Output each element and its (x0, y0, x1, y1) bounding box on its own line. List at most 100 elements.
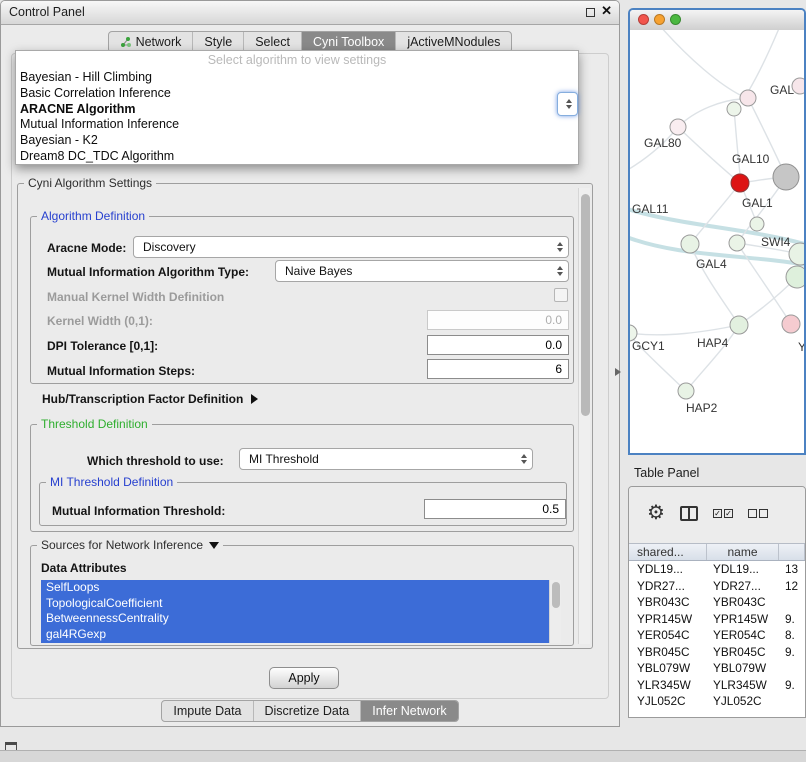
network-titlebar[interactable] (630, 10, 804, 31)
tab-label: Cyni Toolbox (313, 35, 384, 49)
dpi-tolerance-field[interactable]: 0.0 (427, 335, 569, 355)
table-row[interactable]: YDR27...YDR27...12 (629, 578, 805, 595)
network-node[interactable] (729, 235, 745, 251)
aracne-mode-label: Aracne Mode: (47, 241, 126, 255)
algorithm-option[interactable]: Basic Correlation Inference (16, 86, 578, 102)
table-row[interactable]: YPR145WYPR145W9. (629, 611, 805, 628)
threshold-definition-group: Threshold Definition Which threshold to … (30, 424, 574, 532)
tab-jactivemnodules[interactable]: jActiveMNodules (395, 32, 511, 52)
network-node[interactable] (750, 217, 764, 231)
table-row[interactable]: YJL052CYJL052C (629, 693, 805, 710)
table-cell: YDL19... (707, 561, 779, 578)
close-icon[interactable]: ✕ (601, 3, 612, 19)
algorithm-definition-legend: Algorithm Definition (37, 209, 149, 223)
tab-impute-data[interactable]: Impute Data (162, 701, 252, 721)
threshold-legend: Threshold Definition (37, 417, 152, 431)
attributes-scrollbar-track (549, 580, 561, 643)
attribute-item[interactable]: BetweennessCentrality (41, 611, 549, 627)
tab-network[interactable]: Network (109, 32, 193, 52)
spinner-icon (557, 266, 563, 276)
network-node[interactable] (773, 164, 799, 190)
attributes-scrollbar-thumb[interactable] (552, 582, 560, 608)
table-row[interactable]: YBR045CYBR045C9. (629, 644, 805, 661)
hub-tf-section-toggle[interactable]: Hub/Transcription Factor Definition (42, 392, 258, 406)
network-node[interactable] (670, 119, 686, 135)
table-cell: YBR043C (629, 594, 707, 611)
deselect-all-icon[interactable] (748, 509, 768, 518)
tab-select[interactable]: Select (243, 32, 301, 52)
network-node-label: GAL1 (742, 196, 773, 210)
algorithm-option[interactable]: ARACNE Algorithm (16, 102, 578, 118)
minimize-button[interactable] (654, 14, 665, 25)
table-row[interactable]: YBL079WYBL079W (629, 660, 805, 677)
zoom-button[interactable] (670, 14, 681, 25)
dpi-tolerance-label: DPI Tolerance [0,1]: (47, 339, 158, 353)
spinner-icon (566, 99, 572, 109)
algorithm-option[interactable]: Bayesian - K2 (16, 133, 578, 149)
algorithm-option[interactable]: Mutual Information Inference (16, 117, 578, 133)
column-selector-icon[interactable] (680, 506, 698, 521)
table-cell: YBR045C (629, 644, 707, 661)
tab-cyni-toolbox[interactable]: Cyni Toolbox (301, 32, 395, 52)
table-cell: YLR345W (707, 677, 779, 694)
table-row[interactable]: YDL19...YDL19...13 (629, 561, 805, 578)
network-tab-icon (120, 36, 132, 48)
column-header-shared[interactable]: shared... (629, 544, 707, 560)
which-threshold-select[interactable]: MI Threshold (239, 448, 533, 470)
attribute-item[interactable]: SelfLoops (41, 580, 549, 596)
table-cell: YJL052C (629, 693, 707, 710)
tab-style[interactable]: Style (192, 32, 243, 52)
network-node[interactable] (730, 316, 748, 334)
table-cell: 9. (779, 611, 805, 628)
network-node[interactable] (786, 266, 804, 288)
network-node-label: Y (798, 340, 804, 354)
close-button[interactable] (638, 14, 649, 25)
network-node[interactable] (740, 90, 756, 106)
panel-splitter-handle[interactable] (615, 368, 621, 376)
column-header-name[interactable]: name (707, 544, 779, 560)
table-row[interactable]: YLR345WYLR345W9. (629, 677, 805, 694)
sources-group: Sources for Network Inference Data Attri… (30, 545, 574, 646)
network-node[interactable] (678, 383, 694, 399)
network-node[interactable] (727, 102, 741, 116)
sources-section-toggle[interactable]: Sources for Network Inference (37, 538, 223, 552)
table-row[interactable]: YBR043CYBR043C (629, 594, 805, 611)
attribute-item[interactable]: gal4RGexp (41, 627, 549, 643)
float-window-icon[interactable] (586, 8, 595, 17)
table-cell: YBL079W (707, 660, 779, 677)
attribute-item[interactable]: TopologicalCoefficient (41, 596, 549, 612)
kernel-width-label: Kernel Width (0,1): (47, 314, 153, 328)
network-node-label: HAP2 (686, 401, 718, 415)
network-node-label: SWI4 (761, 235, 791, 249)
table-header: shared... name (629, 543, 805, 561)
gear-icon[interactable]: ⚙ (647, 503, 665, 523)
algorithm-popup: Select algorithm to view settings Bayesi… (15, 50, 579, 165)
table-row[interactable]: YER054CYER054C8. (629, 627, 805, 644)
algorithm-combobox-button[interactable] (557, 92, 578, 116)
settings-scrollbar-thumb[interactable] (581, 194, 590, 416)
traffic-lights (638, 14, 681, 25)
table-cell: 9. (779, 644, 805, 661)
mi-type-select[interactable]: Naive Bayes (275, 260, 569, 282)
apply-button[interactable]: Apply (269, 667, 339, 689)
table-cell: 12 (779, 578, 805, 595)
chevron-right-icon (251, 394, 258, 404)
network-node[interactable] (681, 235, 699, 253)
network-node[interactable] (782, 315, 800, 333)
manual-kernel-checkbox (554, 288, 568, 302)
network-node[interactable] (731, 174, 749, 192)
tab-infer-network[interactable]: Infer Network (360, 701, 457, 721)
select-all-icon[interactable]: ✓✓ (713, 509, 733, 518)
algorithm-option[interactable]: Dream8 DC_TDC Algorithm (16, 149, 578, 165)
column-header-extra[interactable] (779, 544, 805, 560)
table-cell: YLR345W (629, 677, 707, 694)
mi-steps-field[interactable]: 6 (427, 359, 569, 379)
network-canvas-svg[interactable]: GALGAL80GAL10GAL11GAL1SWI4GAL4GCY1HAP4HA… (630, 30, 804, 453)
aracne-mode-select[interactable]: Discovery (133, 236, 569, 258)
algorithm-option[interactable]: Bayesian - Hill Climbing (16, 70, 578, 86)
table-panel-title: Table Panel (634, 466, 699, 480)
mi-threshold-field[interactable]: 0.5 (424, 499, 566, 519)
network-canvas[interactable]: GALGAL80GAL10GAL11GAL1SWI4GAL4GCY1HAP4HA… (630, 30, 804, 453)
tab-discretize-data[interactable]: Discretize Data (253, 701, 361, 721)
control-panel-titlebar[interactable]: Control Panel ✕ (1, 1, 619, 25)
